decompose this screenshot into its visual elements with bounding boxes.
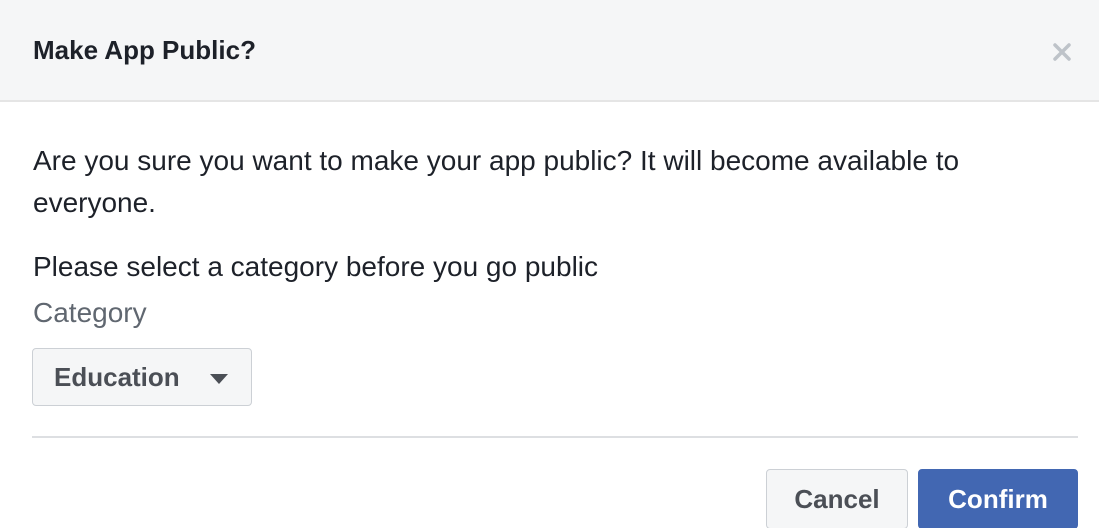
dialog-title: Make App Public? bbox=[33, 35, 256, 65]
dialog-header: Make App Public? bbox=[0, 0, 1099, 102]
category-selected-value: Education bbox=[54, 362, 180, 392]
close-icon bbox=[1053, 43, 1071, 61]
make-app-public-dialog: Make App Public? Are you sure you want t… bbox=[0, 0, 1099, 528]
footer-divider bbox=[32, 436, 1078, 438]
category-instruction: Please select a category before you go p… bbox=[33, 251, 599, 282]
dialog-message: Are you sure you want to make your app p… bbox=[33, 145, 960, 218]
caret-down-icon bbox=[210, 374, 228, 384]
category-dropdown[interactable]: Education bbox=[32, 348, 252, 406]
confirm-button[interactable]: Confirm bbox=[918, 469, 1078, 528]
close-button[interactable] bbox=[1046, 36, 1078, 68]
category-label: Category bbox=[33, 297, 147, 328]
cancel-button[interactable]: Cancel bbox=[766, 469, 908, 528]
